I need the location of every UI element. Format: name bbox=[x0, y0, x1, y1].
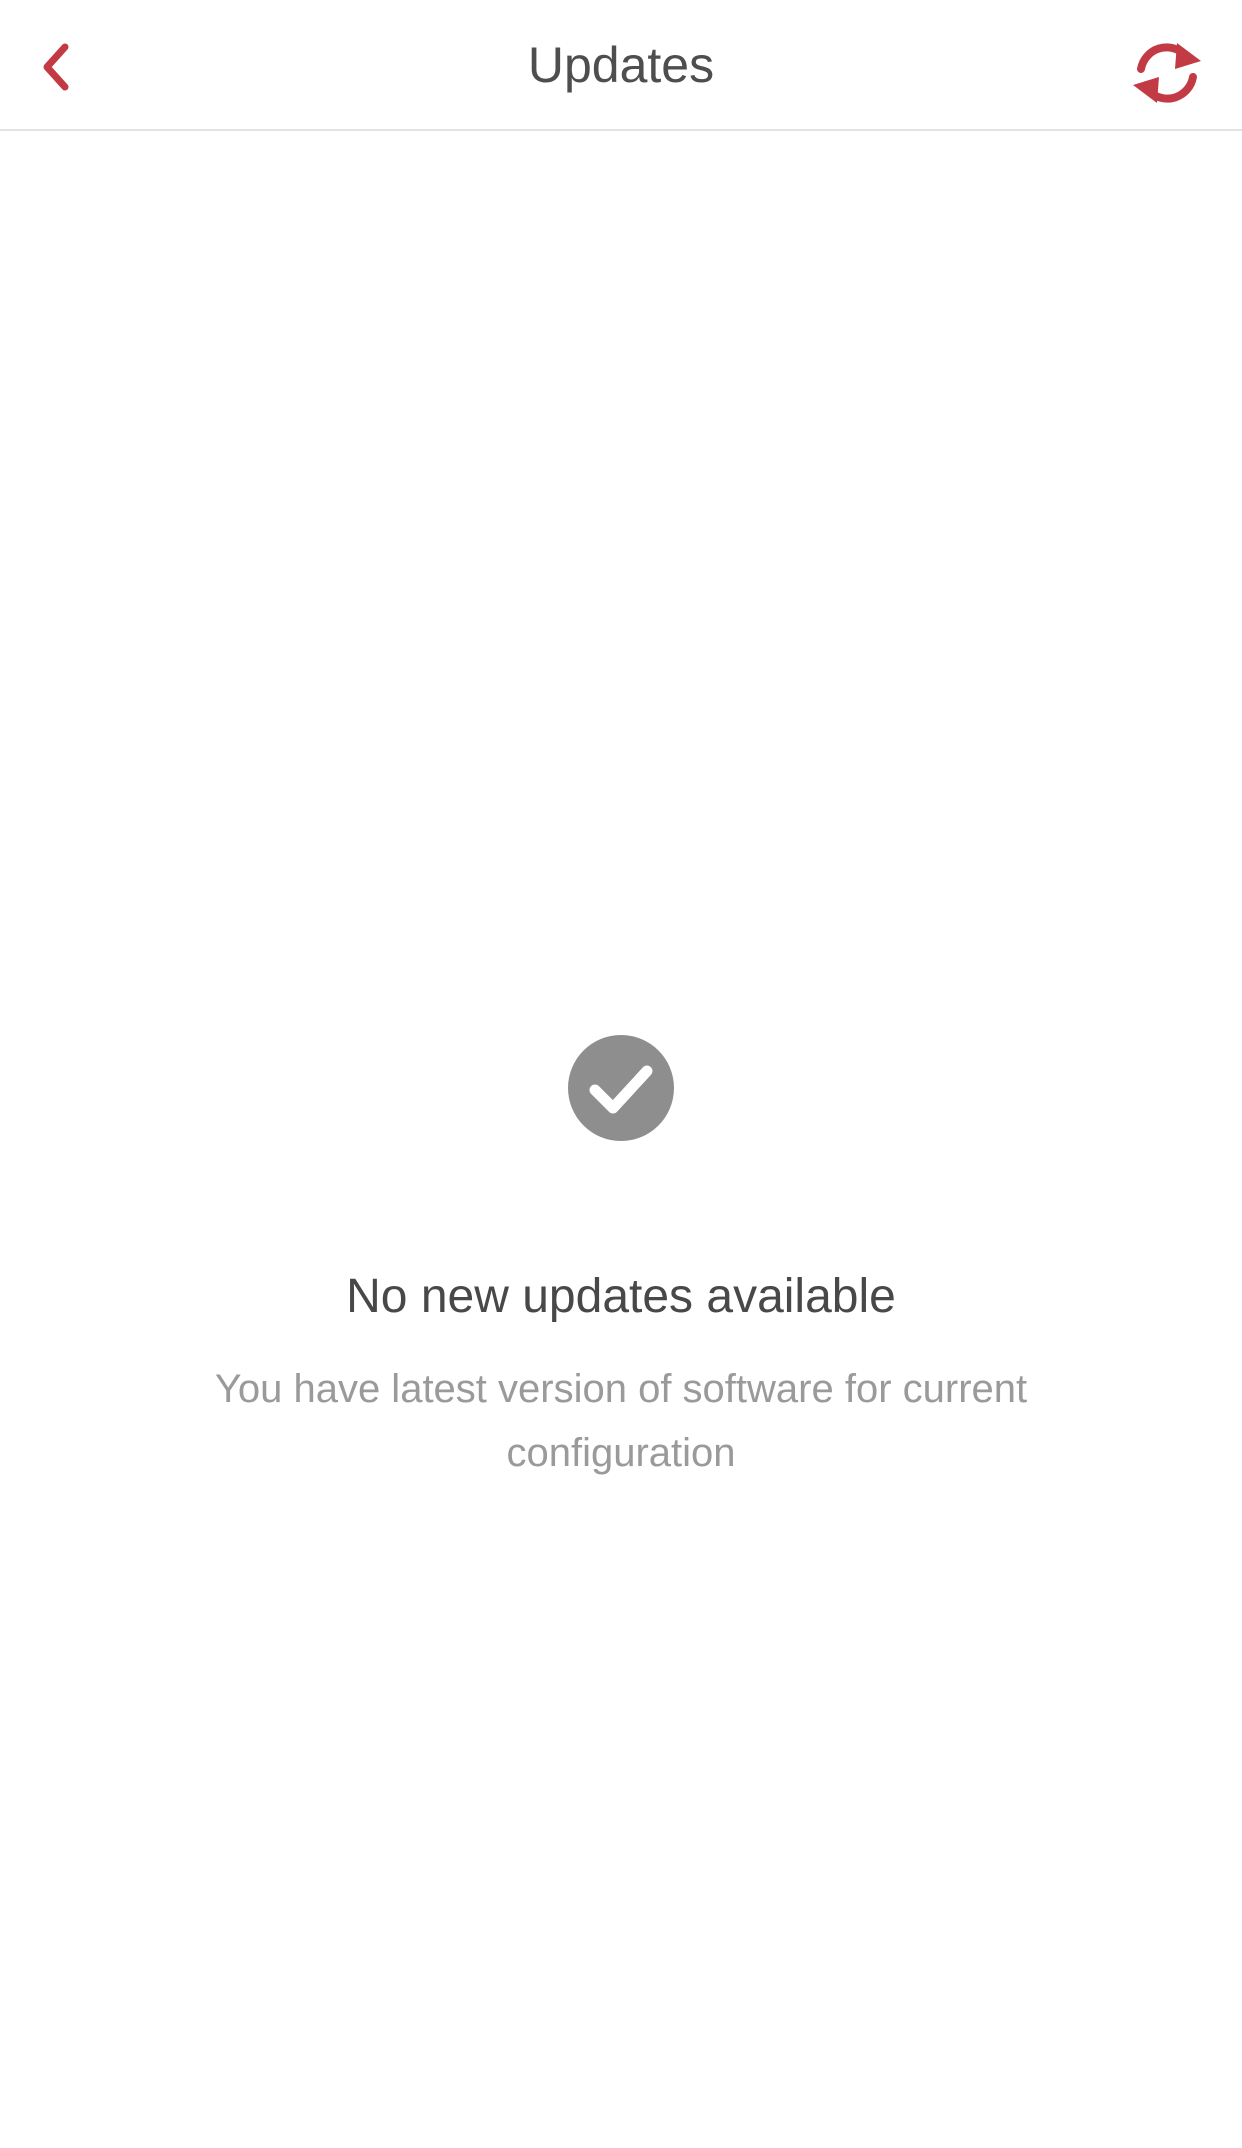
updates-screen: Updates No new updates available You hav… bbox=[0, 0, 1242, 2148]
status-subtitle: You have latest version of software for … bbox=[214, 1367, 1028, 1475]
page-title: Updates bbox=[527, 37, 715, 93]
status-title: No new updates available bbox=[346, 1270, 896, 1323]
check-circle-icon bbox=[568, 1035, 674, 1141]
back-button[interactable] bbox=[22, 24, 92, 110]
navigation-bar: Updates bbox=[0, 0, 1242, 131]
refresh-icon bbox=[1133, 43, 1201, 103]
chevron-left-icon bbox=[43, 43, 69, 91]
refresh-button[interactable] bbox=[1122, 30, 1212, 116]
